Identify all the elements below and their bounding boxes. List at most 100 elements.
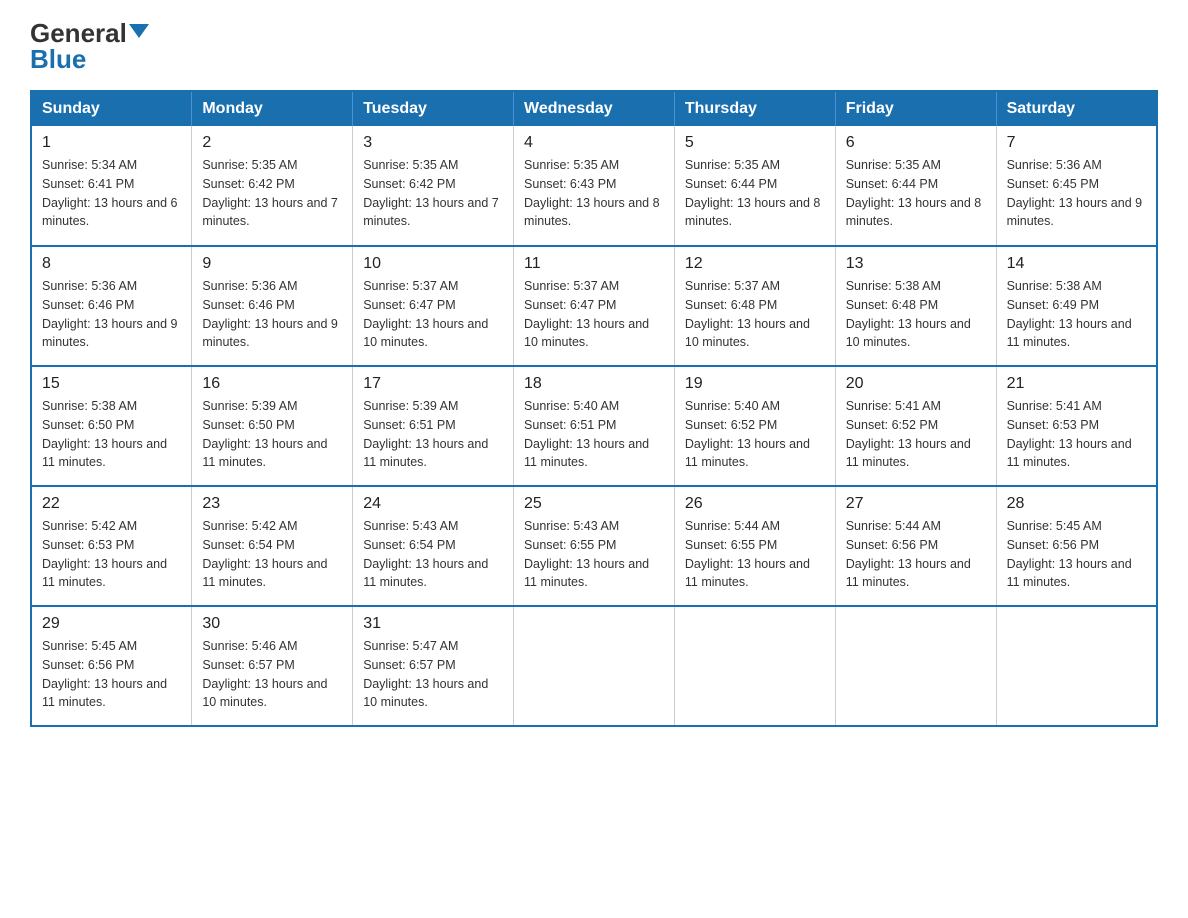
day-number: 8 (42, 255, 181, 273)
calendar-cell: 27 Sunrise: 5:44 AM Sunset: 6:56 PM Dayl… (835, 486, 996, 606)
day-number: 14 (1007, 255, 1146, 273)
col-header-monday: Monday (192, 91, 353, 126)
calendar-cell: 7 Sunrise: 5:36 AM Sunset: 6:45 PM Dayli… (996, 126, 1157, 246)
day-info: Sunrise: 5:35 AM Sunset: 6:44 PM Dayligh… (846, 156, 986, 231)
col-header-thursday: Thursday (674, 91, 835, 126)
day-info: Sunrise: 5:36 AM Sunset: 6:45 PM Dayligh… (1007, 156, 1146, 231)
day-number: 3 (363, 134, 503, 152)
day-info: Sunrise: 5:35 AM Sunset: 6:42 PM Dayligh… (202, 156, 342, 231)
col-header-sunday: Sunday (31, 91, 192, 126)
day-info: Sunrise: 5:41 AM Sunset: 6:53 PM Dayligh… (1007, 397, 1146, 472)
day-info: Sunrise: 5:40 AM Sunset: 6:51 PM Dayligh… (524, 397, 664, 472)
day-info: Sunrise: 5:46 AM Sunset: 6:57 PM Dayligh… (202, 637, 342, 712)
day-number: 22 (42, 495, 181, 513)
calendar-cell: 20 Sunrise: 5:41 AM Sunset: 6:52 PM Dayl… (835, 366, 996, 486)
day-info: Sunrise: 5:34 AM Sunset: 6:41 PM Dayligh… (42, 156, 181, 231)
day-info: Sunrise: 5:44 AM Sunset: 6:55 PM Dayligh… (685, 517, 825, 592)
day-info: Sunrise: 5:45 AM Sunset: 6:56 PM Dayligh… (1007, 517, 1146, 592)
calendar-cell: 10 Sunrise: 5:37 AM Sunset: 6:47 PM Dayl… (353, 246, 514, 366)
calendar-week-row: 1 Sunrise: 5:34 AM Sunset: 6:41 PM Dayli… (31, 126, 1157, 246)
day-info: Sunrise: 5:38 AM Sunset: 6:49 PM Dayligh… (1007, 277, 1146, 352)
day-number: 27 (846, 495, 986, 513)
calendar-cell: 1 Sunrise: 5:34 AM Sunset: 6:41 PM Dayli… (31, 126, 192, 246)
calendar-week-row: 15 Sunrise: 5:38 AM Sunset: 6:50 PM Dayl… (31, 366, 1157, 486)
page-header: General Blue (30, 20, 1158, 72)
day-info: Sunrise: 5:39 AM Sunset: 6:51 PM Dayligh… (363, 397, 503, 472)
day-info: Sunrise: 5:38 AM Sunset: 6:48 PM Dayligh… (846, 277, 986, 352)
day-number: 9 (202, 255, 342, 273)
calendar-cell: 13 Sunrise: 5:38 AM Sunset: 6:48 PM Dayl… (835, 246, 996, 366)
day-info: Sunrise: 5:37 AM Sunset: 6:47 PM Dayligh… (363, 277, 503, 352)
calendar-header-row: SundayMondayTuesdayWednesdayThursdayFrid… (31, 91, 1157, 126)
day-info: Sunrise: 5:37 AM Sunset: 6:48 PM Dayligh… (685, 277, 825, 352)
col-header-saturday: Saturday (996, 91, 1157, 126)
logo-triangle-icon (129, 24, 149, 38)
day-info: Sunrise: 5:44 AM Sunset: 6:56 PM Dayligh… (846, 517, 986, 592)
calendar-cell: 17 Sunrise: 5:39 AM Sunset: 6:51 PM Dayl… (353, 366, 514, 486)
calendar-cell: 6 Sunrise: 5:35 AM Sunset: 6:44 PM Dayli… (835, 126, 996, 246)
day-info: Sunrise: 5:40 AM Sunset: 6:52 PM Dayligh… (685, 397, 825, 472)
day-info: Sunrise: 5:35 AM Sunset: 6:44 PM Dayligh… (685, 156, 825, 231)
calendar-cell: 29 Sunrise: 5:45 AM Sunset: 6:56 PM Dayl… (31, 606, 192, 726)
day-info: Sunrise: 5:39 AM Sunset: 6:50 PM Dayligh… (202, 397, 342, 472)
day-number: 30 (202, 615, 342, 633)
day-info: Sunrise: 5:42 AM Sunset: 6:53 PM Dayligh… (42, 517, 181, 592)
day-number: 18 (524, 375, 664, 393)
calendar-cell: 23 Sunrise: 5:42 AM Sunset: 6:54 PM Dayl… (192, 486, 353, 606)
day-info: Sunrise: 5:41 AM Sunset: 6:52 PM Dayligh… (846, 397, 986, 472)
day-info: Sunrise: 5:37 AM Sunset: 6:47 PM Dayligh… (524, 277, 664, 352)
calendar-cell: 19 Sunrise: 5:40 AM Sunset: 6:52 PM Dayl… (674, 366, 835, 486)
calendar-week-row: 22 Sunrise: 5:42 AM Sunset: 6:53 PM Dayl… (31, 486, 1157, 606)
calendar-cell: 4 Sunrise: 5:35 AM Sunset: 6:43 PM Dayli… (514, 126, 675, 246)
calendar-cell: 5 Sunrise: 5:35 AM Sunset: 6:44 PM Dayli… (674, 126, 835, 246)
day-number: 24 (363, 495, 503, 513)
col-header-tuesday: Tuesday (353, 91, 514, 126)
calendar-cell: 8 Sunrise: 5:36 AM Sunset: 6:46 PM Dayli… (31, 246, 192, 366)
calendar-cell: 12 Sunrise: 5:37 AM Sunset: 6:48 PM Dayl… (674, 246, 835, 366)
calendar-cell: 31 Sunrise: 5:47 AM Sunset: 6:57 PM Dayl… (353, 606, 514, 726)
calendar-cell (996, 606, 1157, 726)
day-info: Sunrise: 5:43 AM Sunset: 6:54 PM Dayligh… (363, 517, 503, 592)
day-number: 23 (202, 495, 342, 513)
day-number: 12 (685, 255, 825, 273)
day-number: 20 (846, 375, 986, 393)
day-number: 15 (42, 375, 181, 393)
day-info: Sunrise: 5:45 AM Sunset: 6:56 PM Dayligh… (42, 637, 181, 712)
day-info: Sunrise: 5:38 AM Sunset: 6:50 PM Dayligh… (42, 397, 181, 472)
calendar-table: SundayMondayTuesdayWednesdayThursdayFrid… (30, 90, 1158, 727)
calendar-cell: 9 Sunrise: 5:36 AM Sunset: 6:46 PM Dayli… (192, 246, 353, 366)
calendar-cell: 18 Sunrise: 5:40 AM Sunset: 6:51 PM Dayl… (514, 366, 675, 486)
calendar-cell: 30 Sunrise: 5:46 AM Sunset: 6:57 PM Dayl… (192, 606, 353, 726)
col-header-friday: Friday (835, 91, 996, 126)
day-number: 31 (363, 615, 503, 633)
calendar-cell: 11 Sunrise: 5:37 AM Sunset: 6:47 PM Dayl… (514, 246, 675, 366)
col-header-wednesday: Wednesday (514, 91, 675, 126)
day-number: 13 (846, 255, 986, 273)
day-info: Sunrise: 5:36 AM Sunset: 6:46 PM Dayligh… (202, 277, 342, 352)
calendar-cell (674, 606, 835, 726)
day-info: Sunrise: 5:43 AM Sunset: 6:55 PM Dayligh… (524, 517, 664, 592)
day-number: 11 (524, 255, 664, 273)
calendar-cell: 2 Sunrise: 5:35 AM Sunset: 6:42 PM Dayli… (192, 126, 353, 246)
calendar-cell: 24 Sunrise: 5:43 AM Sunset: 6:54 PM Dayl… (353, 486, 514, 606)
day-number: 4 (524, 134, 664, 152)
calendar-cell: 15 Sunrise: 5:38 AM Sunset: 6:50 PM Dayl… (31, 366, 192, 486)
day-number: 17 (363, 375, 503, 393)
calendar-cell: 22 Sunrise: 5:42 AM Sunset: 6:53 PM Dayl… (31, 486, 192, 606)
day-number: 21 (1007, 375, 1146, 393)
day-number: 19 (685, 375, 825, 393)
logo-general-text: General (30, 20, 127, 46)
day-info: Sunrise: 5:36 AM Sunset: 6:46 PM Dayligh… (42, 277, 181, 352)
logo-blue-text: Blue (30, 46, 86, 72)
day-info: Sunrise: 5:35 AM Sunset: 6:42 PM Dayligh… (363, 156, 503, 231)
day-number: 1 (42, 134, 181, 152)
calendar-cell: 16 Sunrise: 5:39 AM Sunset: 6:50 PM Dayl… (192, 366, 353, 486)
day-number: 26 (685, 495, 825, 513)
day-number: 6 (846, 134, 986, 152)
day-info: Sunrise: 5:35 AM Sunset: 6:43 PM Dayligh… (524, 156, 664, 231)
day-number: 10 (363, 255, 503, 273)
day-number: 28 (1007, 495, 1146, 513)
day-number: 25 (524, 495, 664, 513)
logo: General Blue (30, 20, 149, 72)
day-number: 5 (685, 134, 825, 152)
